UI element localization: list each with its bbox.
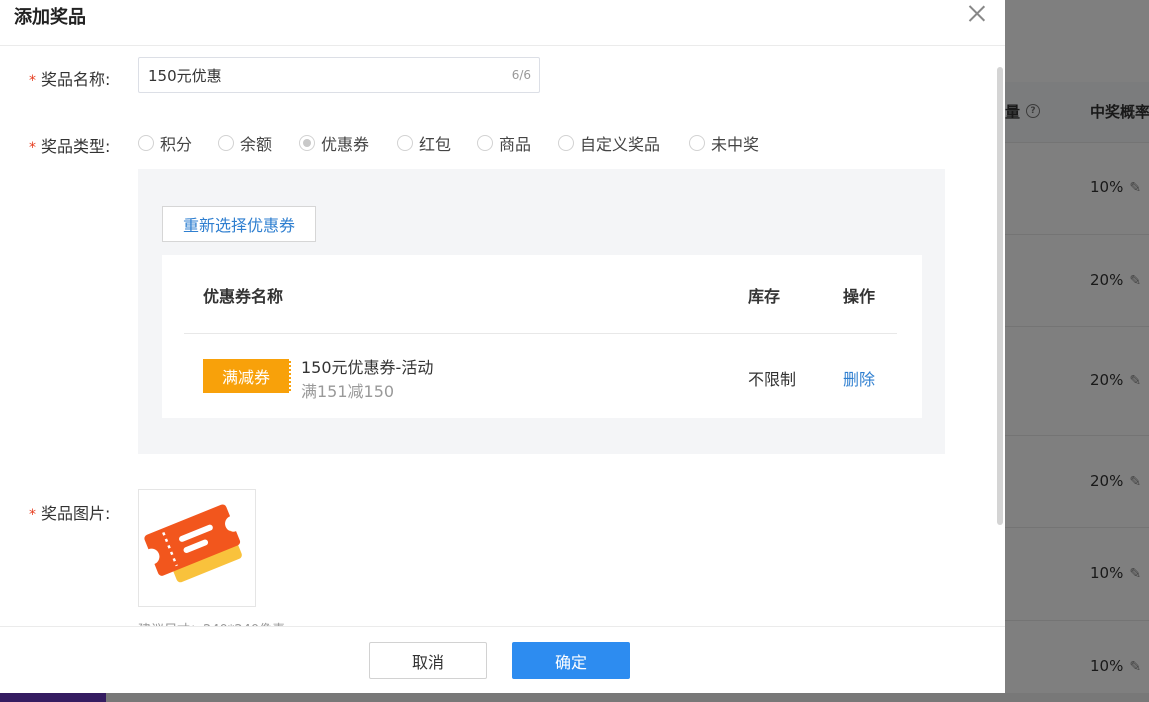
prize-image-upload[interactable]: [138, 489, 256, 607]
char-counter: 6/6: [511, 68, 531, 82]
prize-name-input[interactable]: [139, 58, 508, 92]
dialog-footer: 取消 确定: [0, 626, 1005, 693]
radio-custom-prize[interactable]: 自定义奖品: [558, 131, 660, 155]
radio-red-packet[interactable]: 红包: [397, 131, 451, 155]
dialog-title: 添加奖品: [14, 7, 86, 28]
prize-name-field[interactable]: 6/6: [138, 57, 540, 93]
prize-image-label: * 奖品图片:: [29, 504, 111, 523]
cancel-button[interactable]: 取消: [369, 642, 487, 679]
column-header-action: 操作: [843, 287, 876, 306]
delete-coupon-link[interactable]: 删除: [843, 366, 875, 390]
prize-type-label: * 奖品类型:: [29, 137, 111, 156]
add-prize-dialog: 添加奖品 *奖品名称: 6/6 *奖品类型: 积分 余额 优惠券 红包 商品 自…: [0, 0, 1005, 693]
radio-circle[interactable]: [477, 135, 493, 151]
radio-circle[interactable]: [299, 135, 315, 151]
required-mark: *: [29, 140, 36, 156]
coupon-ticket-icon: [144, 504, 242, 583]
column-header-stock: 库存: [748, 287, 781, 306]
radio-circle[interactable]: [689, 135, 705, 151]
coupon-table: 优惠券名称 库存 操作 满减券 150元优惠券-活动 满151减150 不限制 …: [162, 255, 922, 418]
coupon-panel: 重新选择优惠券 优惠券名称 库存 操作 满减券 150元优惠券-活动 满151减…: [138, 169, 945, 454]
coupon-name: 150元优惠券-活动: [301, 358, 434, 377]
radio-circle[interactable]: [558, 135, 574, 151]
radio-coupon[interactable]: 优惠券: [299, 131, 369, 155]
dialog-scrollbar[interactable]: [997, 67, 1003, 525]
radio-circle[interactable]: [397, 135, 413, 151]
coupon-type-badge: 满减券: [203, 359, 291, 393]
coupon-stock: 不限制: [748, 370, 797, 389]
required-mark: *: [29, 73, 36, 89]
confirm-button[interactable]: 确定: [512, 642, 630, 679]
radio-product[interactable]: 商品: [477, 131, 531, 155]
coupon-rule: 满151减150: [301, 382, 395, 401]
radio-circle[interactable]: [218, 135, 234, 151]
radio-balance[interactable]: 余额: [218, 131, 272, 155]
dialog-header: 添加奖品: [0, 0, 1005, 46]
radio-points[interactable]: 积分: [138, 131, 192, 155]
column-header-coupon-name: 优惠券名称: [203, 287, 284, 306]
radio-circle[interactable]: [138, 135, 154, 151]
radio-no-prize[interactable]: 未中奖: [689, 131, 759, 155]
close-icon[interactable]: [966, 3, 988, 25]
required-mark: *: [29, 507, 36, 523]
table-divider: [184, 333, 897, 334]
prize-name-label: * 奖品名称:: [29, 70, 111, 89]
reselect-coupon-button[interactable]: 重新选择优惠券: [162, 206, 316, 242]
